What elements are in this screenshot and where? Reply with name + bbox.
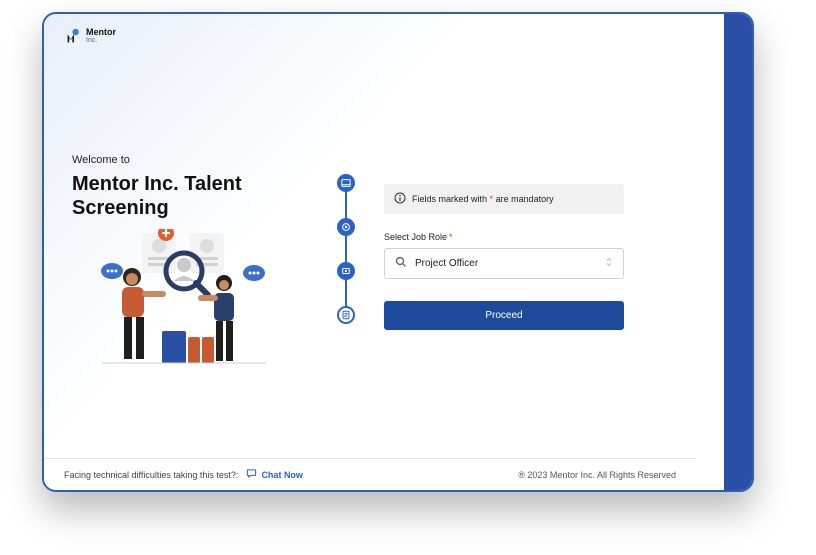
footer-help-text: Facing technical difficulties taking thi…	[64, 470, 238, 480]
chat-now-label: Chat Now	[261, 470, 303, 480]
brand-header: Mentor Inc.	[66, 28, 116, 44]
welcome-text: Welcome to	[72, 154, 322, 166]
footer-bar: Facing technical difficulties taking thi…	[44, 458, 696, 490]
job-role-select[interactable]: Project Officer	[384, 248, 624, 279]
mandatory-notice: Fields marked with * are mandatory	[384, 184, 624, 214]
notice-prefix: Fields marked with	[412, 194, 487, 204]
step-4-icon	[337, 306, 355, 324]
step-connector	[345, 236, 347, 262]
chevron-updown-icon	[605, 257, 613, 270]
brand-name: Mentor	[86, 28, 116, 37]
step-2-icon	[337, 218, 355, 236]
job-role-value: Project Officer	[415, 258, 478, 269]
brand-logo-icon	[66, 28, 82, 44]
step-3-icon	[337, 262, 355, 280]
search-icon	[395, 256, 407, 271]
app-window: Mentor Inc. Welcome to Mentor Inc. Talen…	[42, 12, 754, 492]
proceed-button[interactable]: Proceed	[384, 301, 624, 330]
stepper	[336, 174, 356, 324]
step-connector	[345, 280, 347, 306]
hero-illustration	[94, 229, 274, 384]
info-icon	[394, 192, 406, 206]
page-title: Mentor Inc. Talent Screening	[72, 172, 322, 220]
notice-asterisk: *	[490, 194, 494, 204]
job-role-label: Select Job Role *	[384, 232, 624, 242]
step-1-icon	[337, 174, 355, 192]
chat-icon	[246, 468, 257, 481]
intro-section: Welcome to Mentor Inc. Talent Screening	[72, 154, 322, 220]
step-connector	[345, 192, 347, 218]
app-surface: Mentor Inc. Welcome to Mentor Inc. Talen…	[44, 14, 752, 490]
brand-suffix: Inc.	[86, 37, 116, 44]
notice-suffix: are mandatory	[496, 194, 554, 204]
required-asterisk: *	[449, 232, 453, 242]
chat-now-link[interactable]: Chat Now	[246, 468, 303, 481]
copyright-text: ® 2023 Mentor Inc. All Rights Reserved	[518, 470, 676, 480]
form-section: Fields marked with * are mandatory Selec…	[384, 184, 624, 330]
